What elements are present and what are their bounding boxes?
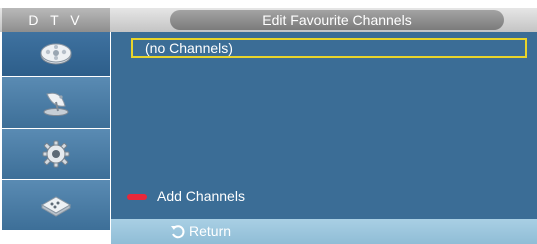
add-channels-button[interactable]: Add Channels — [157, 188, 245, 204]
red-key-icon — [127, 194, 147, 200]
source-tab: D T V — [2, 8, 110, 32]
sidebar-item-setup[interactable] — [2, 129, 110, 179]
sidebar-item-input[interactable] — [2, 180, 110, 230]
sidebar-item-channel[interactable] — [2, 77, 110, 128]
sidebar-item-picture[interactable] — [2, 32, 110, 76]
remote-control-icon — [40, 196, 72, 217]
channel-list-panel: (no Channels) Add Channels — [111, 32, 537, 219]
page-title: Edit Favourite Channels — [170, 10, 504, 30]
channel-list-item[interactable]: (no Channels) — [131, 38, 527, 58]
sidebar — [2, 32, 110, 244]
return-icon — [171, 225, 185, 239]
gear-icon — [42, 140, 70, 168]
satellite-dish-icon — [43, 92, 69, 116]
return-button[interactable]: Return — [189, 223, 231, 239]
title-bar: D T V Edit Favourite Channels — [0, 8, 537, 32]
film-reel-icon — [40, 43, 72, 65]
osd-menu-window: D T V Edit Favourite Channels (no Channe… — [0, 0, 537, 244]
footer-bar: Return — [111, 219, 537, 244]
